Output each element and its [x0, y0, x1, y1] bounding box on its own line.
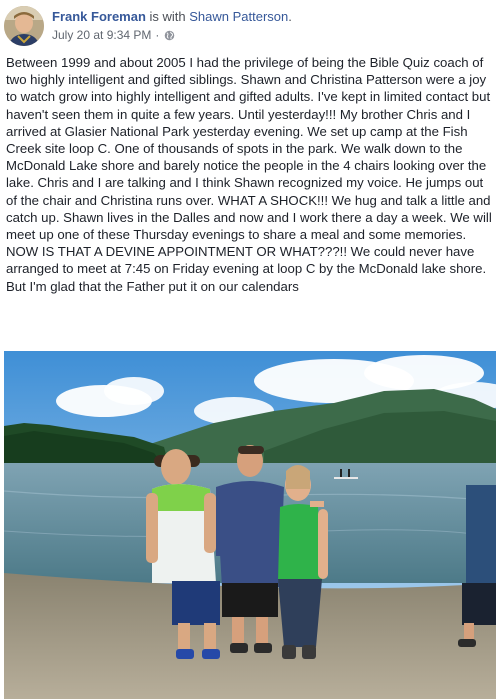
post-body-text: Between 1999 and about 2005 I had the pr…	[6, 55, 492, 294]
post-meta: July 20 at 9:34 PM ·	[52, 28, 175, 42]
with-text: is with	[145, 9, 190, 24]
facebook-post: Frank Foreman is with Shawn Patterson. J…	[0, 0, 499, 699]
globe-icon[interactable]	[164, 30, 175, 41]
post-photo[interactable]	[4, 351, 496, 699]
post-timestamp-link[interactable]: July 20 at 9:34 PM	[52, 28, 151, 42]
author-name-link[interactable]: Frank Foreman	[52, 9, 146, 24]
tagged-person-link[interactable]: Shawn Patterson	[189, 9, 288, 24]
author-avatar[interactable]	[4, 6, 44, 46]
meta-separator: ·	[155, 28, 160, 42]
tagged-suffix: .	[288, 9, 292, 24]
post-header: Frank Foreman is with Shawn Patterson.	[52, 9, 292, 24]
